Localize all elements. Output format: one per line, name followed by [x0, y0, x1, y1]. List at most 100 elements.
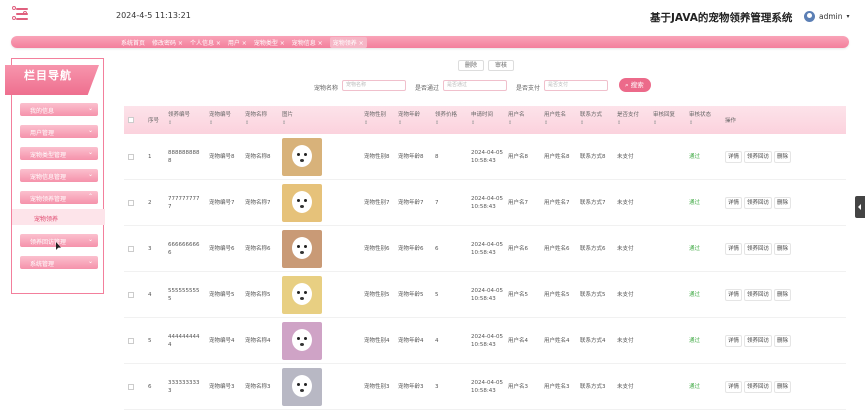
revisit-button[interactable]: 领养回访: [744, 335, 773, 347]
delete-row-button[interactable]: 删除: [774, 197, 792, 209]
sort-icon[interactable]: ⇕: [544, 119, 578, 127]
detail-button[interactable]: 详情: [725, 151, 743, 163]
column-header-fee[interactable]: 领养价格 ⇕: [435, 106, 465, 134]
cell-pet-age: 宠物年龄6: [398, 226, 432, 272]
cell-text: 宠物性别6: [364, 246, 390, 252]
column-header-reply[interactable]: 审核回复 ⇕: [653, 106, 687, 134]
user-menu[interactable]: admin ▾: [804, 10, 850, 22]
sidebar-item[interactable]: 宠物类型管理 ⌄: [20, 147, 98, 160]
column-header-user-name[interactable]: 用户姓名 ⇕: [544, 106, 578, 134]
detail-button[interactable]: 详情: [725, 381, 743, 393]
delete-button[interactable]: 删除: [458, 60, 485, 71]
column-header-label: 宠物性别: [364, 112, 387, 118]
select-all-checkbox[interactable]: [128, 117, 134, 123]
cell-text: 宠物年龄7: [398, 200, 424, 206]
column-header-label: 宠物年龄: [398, 112, 421, 118]
sort-icon[interactable]: ⇕: [653, 119, 687, 127]
sort-icon[interactable]: ⇕: [398, 119, 432, 127]
column-header-image[interactable]: 图片 ⇕: [282, 106, 326, 134]
detail-button[interactable]: 详情: [725, 335, 743, 347]
cell-apply-time: 2024-04-05 10:58:43: [471, 226, 503, 272]
chevron-down-icon[interactable]: ▾: [847, 13, 850, 20]
audit-button[interactable]: 审核: [488, 60, 515, 71]
delete-row-button[interactable]: 删除: [774, 151, 792, 163]
cell-text: 通过: [689, 338, 701, 344]
row-checkbox[interactable]: [128, 246, 134, 252]
detail-button[interactable]: 详情: [725, 289, 743, 301]
cell-apply-time: 2024-04-05 10:58:43: [471, 134, 503, 180]
sidebar-item[interactable]: 用户管理 ⌄: [20, 125, 98, 138]
sort-icon[interactable]: ⇕: [435, 119, 465, 127]
tab-item[interactable]: 宠物信息 ×: [292, 38, 323, 47]
sort-icon[interactable]: ⇕: [209, 119, 243, 127]
sidebar-item[interactable]: 宠物领养管理 ⌃: [20, 191, 98, 204]
sort-icon[interactable]: ⇕: [617, 119, 647, 127]
cell-ops: 详情 领养回访 删除: [725, 180, 845, 226]
sort-icon[interactable]: ⇕: [245, 119, 279, 127]
sidebar-item[interactable]: 领养回访管理 ⌄: [20, 234, 98, 247]
delete-row-button[interactable]: 删除: [774, 243, 792, 255]
sidebar-item[interactable]: 系统管理 ⌄: [20, 256, 98, 269]
detail-button[interactable]: 详情: [725, 243, 743, 255]
avatar[interactable]: [804, 10, 815, 22]
tab-item[interactable]: 宠物领养 ×: [329, 36, 367, 48]
passed-select[interactable]: 是否通过: [443, 80, 507, 91]
sidebar-item[interactable]: 宠物信息管理 ⌄: [20, 169, 98, 182]
revisit-button[interactable]: 领养回访: [744, 289, 773, 301]
revisit-button[interactable]: 领养回访: [744, 243, 773, 255]
cell-apply-time: 2024-04-05 10:58:43: [471, 318, 503, 364]
delete-row-button[interactable]: 删除: [774, 381, 792, 393]
tab-item[interactable]: 个人信息 ×: [190, 38, 221, 47]
sort-icon[interactable]: ⇕: [168, 119, 204, 127]
pet-name-label: 宠物名称: [314, 85, 339, 92]
cell-phone: 联系方式3: [580, 364, 614, 410]
column-header-pet-no[interactable]: 宠物编号 ⇕: [209, 106, 243, 134]
cell-chk: [128, 226, 138, 272]
user-name[interactable]: admin: [819, 12, 843, 21]
paid-select[interactable]: 是否支付: [544, 80, 608, 91]
sort-icon[interactable]: ⇕: [471, 119, 503, 127]
cell-text: 用户名5: [508, 292, 528, 298]
delete-row-button[interactable]: 删除: [774, 335, 792, 347]
sidebar-item[interactable]: 我的信息 ⌄: [20, 103, 98, 116]
revisit-button[interactable]: 领养回访: [744, 381, 773, 393]
pet-name-input[interactable]: 宠物名称: [342, 80, 406, 91]
column-header-pet-age[interactable]: 宠物年龄 ⇕: [398, 106, 432, 134]
tab-item[interactable]: 用户 ×: [228, 38, 247, 47]
revisit-button[interactable]: 领养回访: [744, 151, 773, 163]
column-header-pet-type[interactable]: 宠物性别 ⇕: [364, 106, 396, 134]
cell-account: 用户名7: [508, 180, 540, 226]
column-header-label: 申请时间: [471, 112, 494, 118]
revisit-button[interactable]: 领养回访: [744, 197, 773, 209]
column-header-account[interactable]: 用户名 ⇕: [508, 106, 540, 134]
row-checkbox[interactable]: [128, 200, 134, 206]
tab-item[interactable]: 系统首页: [121, 38, 145, 47]
menu-toggle-icon[interactable]: [12, 5, 31, 21]
search-button[interactable]: ⌕ 搜索: [619, 78, 651, 92]
row-checkbox[interactable]: [128, 292, 134, 298]
row-checkbox[interactable]: [128, 384, 134, 390]
row-checkbox[interactable]: [128, 154, 134, 160]
column-header-paid[interactable]: 是否支付 ⇕: [617, 106, 647, 134]
sort-icon[interactable]: ⇕: [282, 119, 326, 127]
cell-text: 未支付: [617, 384, 634, 390]
collapse-handle-icon[interactable]: [855, 196, 865, 218]
column-header-apply-time[interactable]: 申请时间 ⇕: [471, 106, 503, 134]
sort-icon[interactable]: ⇕: [689, 119, 719, 127]
column-header-phone[interactable]: 联系方式 ⇕: [580, 106, 614, 134]
site-title: 基于JAVA的宠物领养管理系统: [650, 12, 793, 24]
column-header-order-no[interactable]: 领养编号 ⇕: [168, 106, 204, 134]
column-header-pet-name[interactable]: 宠物名称 ⇕: [245, 106, 279, 134]
detail-button[interactable]: 详情: [725, 197, 743, 209]
sort-icon[interactable]: ⇕: [508, 119, 540, 127]
delete-row-button[interactable]: 删除: [774, 289, 792, 301]
sort-icon[interactable]: ⇕: [364, 119, 396, 127]
tab-item[interactable]: 宠物类型 ×: [254, 38, 285, 47]
sidebar-subitem-adoption[interactable]: 宠物领养: [12, 209, 105, 225]
sort-icon[interactable]: ⇕: [580, 119, 614, 127]
cell-fee: 8: [435, 134, 465, 180]
column-header-status[interactable]: 审核状态 ⇕: [689, 106, 719, 134]
row-checkbox[interactable]: [128, 338, 134, 344]
tab-item[interactable]: 修改密码 ×: [152, 38, 183, 47]
column-header-label: 审核回复: [653, 112, 676, 118]
